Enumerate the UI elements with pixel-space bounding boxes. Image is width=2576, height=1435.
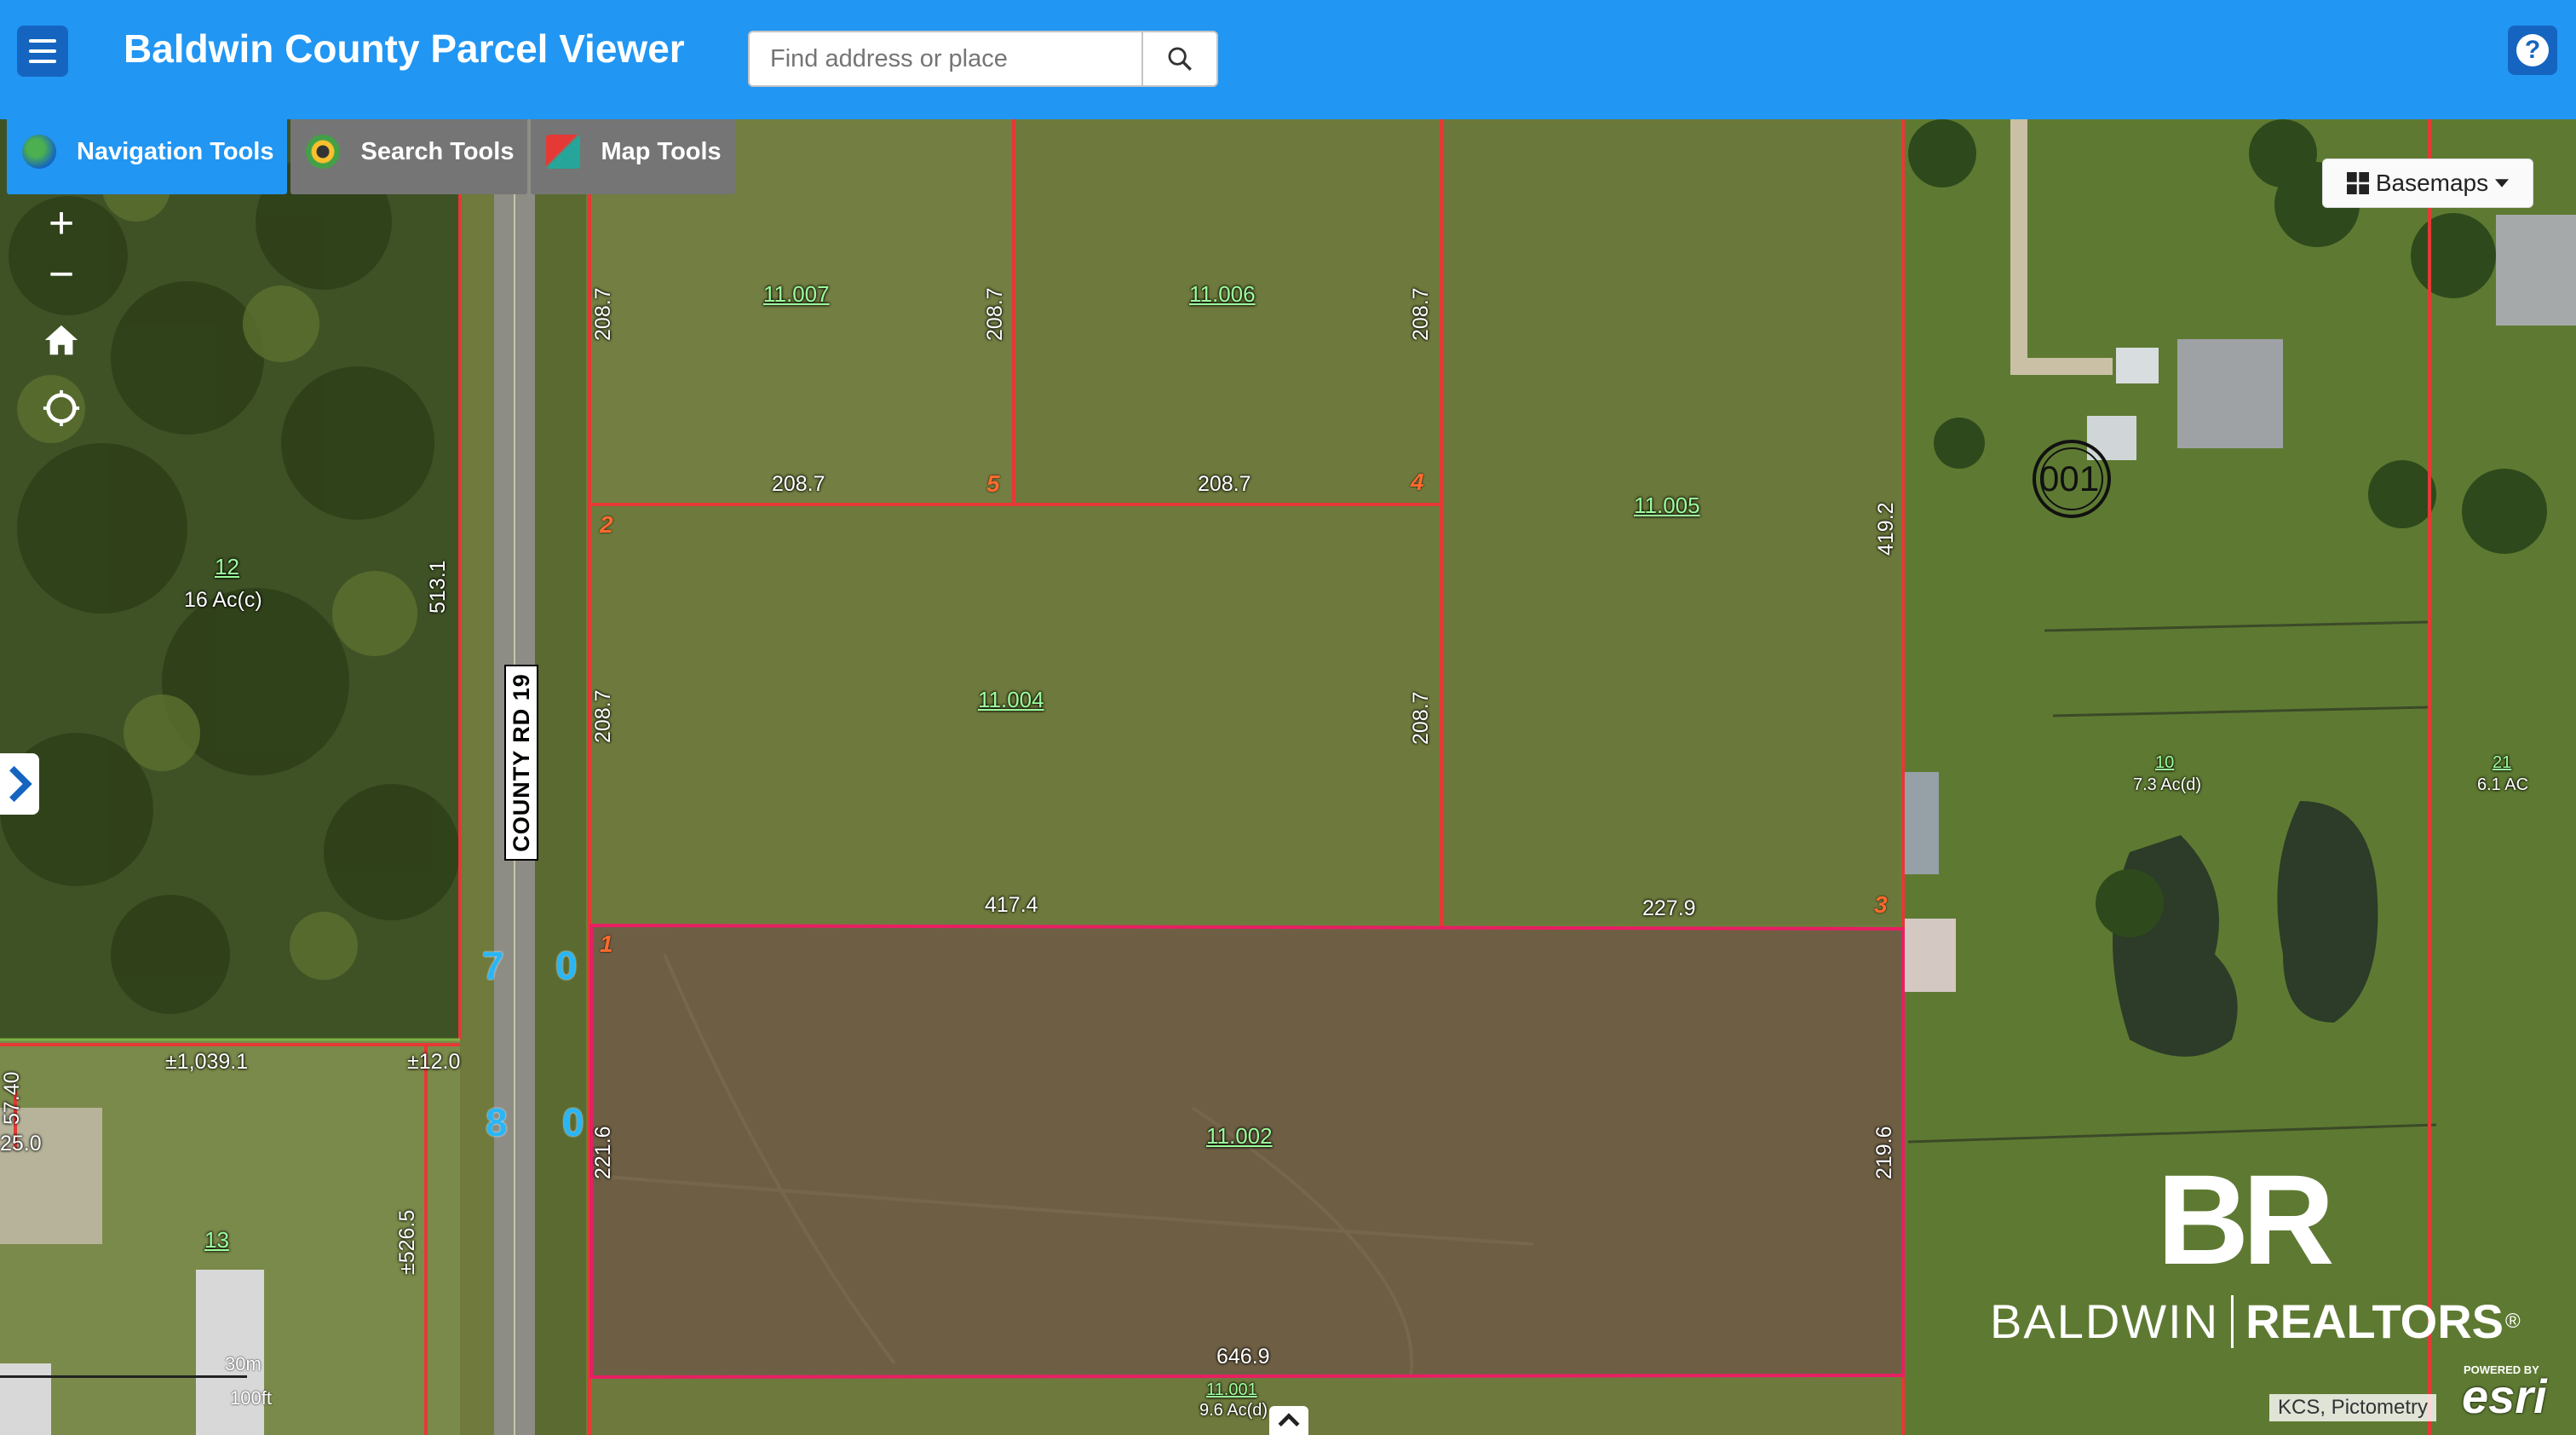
logo-text-baldwin: BALDWIN: [1990, 1294, 2220, 1348]
dimension-label: 646.9: [1216, 1345, 1270, 1369]
tab-label: Map Tools: [601, 137, 722, 165]
parcel-viewer-app: Baldwin County Parcel Viewer ? Navigatio…: [0, 0, 2576, 1435]
grid-digit: 8: [486, 1100, 508, 1144]
parcel-id-label[interactable]: 11.006: [1189, 281, 1256, 308]
dimension-label: 417.4: [985, 893, 1038, 917]
tab-label: Search Tools: [360, 137, 515, 165]
home-icon[interactable]: [41, 320, 82, 360]
map-attribution: KCS, Pictometry: [2269, 1394, 2437, 1421]
logo-text-realtors: REALTORS: [2245, 1294, 2504, 1348]
corner-number: 1: [600, 931, 613, 957]
scale-metric: 30m: [225, 1353, 262, 1374]
grid-digit: 7: [482, 943, 504, 988]
parcel-acreage-label: 9.6 Ac(d): [1199, 1401, 1268, 1420]
basemaps-button[interactable]: Basemaps: [2322, 158, 2533, 208]
road-label: COUNTY RD 19: [504, 665, 538, 861]
parcel-id-label[interactable]: 12: [215, 554, 239, 580]
grid-icon: [2346, 172, 2369, 194]
collapse-footer-button[interactable]: [1269, 1406, 1308, 1435]
globe-icon: [22, 135, 56, 169]
zoom-out-button[interactable]: −: [34, 249, 89, 303]
dimension-label: 208.7: [1409, 287, 1433, 341]
corner-number: 4: [1411, 469, 1424, 495]
map-tools-icon: [546, 135, 581, 169]
dimension-label: 513.1: [426, 560, 450, 614]
grid-digit: 0: [562, 1100, 584, 1144]
grid-digit: 0: [555, 943, 578, 988]
caret-down-icon: [2495, 179, 2510, 187]
tool-tabs: Navigation Tools Search Tools Map Tools: [7, 109, 739, 194]
zoom-in-button[interactable]: +: [34, 198, 89, 252]
dimension-label: 208.7: [772, 472, 825, 496]
baldwin-realtors-logo: BR BALDWIN REALTORS ®: [1990, 1148, 2521, 1360]
search-input[interactable]: [748, 31, 1141, 87]
parcel-id-label[interactable]: 10: [2155, 753, 2174, 773]
parcel-id-label[interactable]: 11.007: [763, 281, 830, 308]
dimension-label: 219.6: [1872, 1126, 1896, 1179]
dimension-label: 227.9: [1642, 896, 1696, 920]
logo-divider: [2231, 1295, 2234, 1348]
tab-map-tools[interactable]: Map Tools: [531, 109, 735, 194]
search-button[interactable]: [1141, 31, 1218, 87]
corner-number: 3: [1874, 891, 1888, 918]
dimension-label: 25.0: [0, 1132, 42, 1155]
help-button[interactable]: ?: [2508, 26, 2557, 75]
parcel-id-label[interactable]: 13: [204, 1227, 229, 1253]
section-label: 001: [2039, 458, 2100, 499]
dimension-label: ±1,039.1: [165, 1050, 249, 1074]
parcel-id-label[interactable]: 11.004: [978, 687, 1044, 713]
dimension-label: 208.7: [983, 287, 1007, 341]
chevron-up-icon: [1278, 1413, 1300, 1427]
corner-number: 2: [600, 511, 613, 538]
tab-search-tools[interactable]: Search Tools: [290, 109, 528, 194]
dimension-label: 208.7: [1198, 472, 1251, 496]
parcel-acreage-label: 16 Ac(c): [184, 588, 262, 612]
esri-logo: esri: [2462, 1369, 2547, 1423]
app-title: Baldwin County Parcel Viewer: [124, 26, 685, 71]
scale-bar: [0, 1375, 247, 1378]
dimension-label: ±526.5: [395, 1209, 419, 1275]
scale-imperial: 100ft: [230, 1387, 272, 1409]
registered-mark: ®: [2505, 1310, 2521, 1333]
basemaps-label: Basemaps: [2375, 170, 2489, 196]
app-header: Baldwin County Parcel Viewer ?: [0, 0, 2576, 119]
chevron-right-icon: [9, 765, 32, 803]
parcel-id-label[interactable]: 11.001: [1206, 1380, 1257, 1400]
parcel-id-label[interactable]: 21: [2493, 753, 2511, 773]
expand-panel-button[interactable]: [0, 753, 39, 815]
menu-icon[interactable]: [17, 26, 68, 77]
dimension-label: 208.7: [591, 689, 615, 743]
dimension-label: 208.7: [1409, 691, 1433, 745]
corner-number: 5: [986, 470, 1000, 497]
tab-label: Navigation Tools: [77, 137, 274, 165]
help-icon: ?: [2516, 34, 2549, 66]
parcel-acreage-label: 7.3 Ac(d): [2133, 775, 2202, 794]
parcel-id-label[interactable]: 11.005: [1634, 493, 1700, 519]
search-tools-icon: [306, 135, 341, 169]
parcel-acreage-label: 6.1 AC: [2477, 775, 2529, 794]
dimension-label: 208.7: [591, 287, 615, 341]
parcel-id-label[interactable]: 11.002: [1206, 1123, 1273, 1150]
tab-navigation-tools[interactable]: Navigation Tools: [7, 109, 288, 194]
dimension-label: 57.40: [0, 1071, 24, 1125]
logo-mark: BR: [2157, 1148, 2335, 1291]
locate-icon[interactable]: [41, 389, 82, 428]
dimension-label: 221.6: [591, 1126, 615, 1179]
search-icon: [1168, 47, 1192, 71]
dimension-label: ±12.0: [407, 1050, 461, 1074]
dimension-label: 419.2: [1874, 502, 1898, 556]
